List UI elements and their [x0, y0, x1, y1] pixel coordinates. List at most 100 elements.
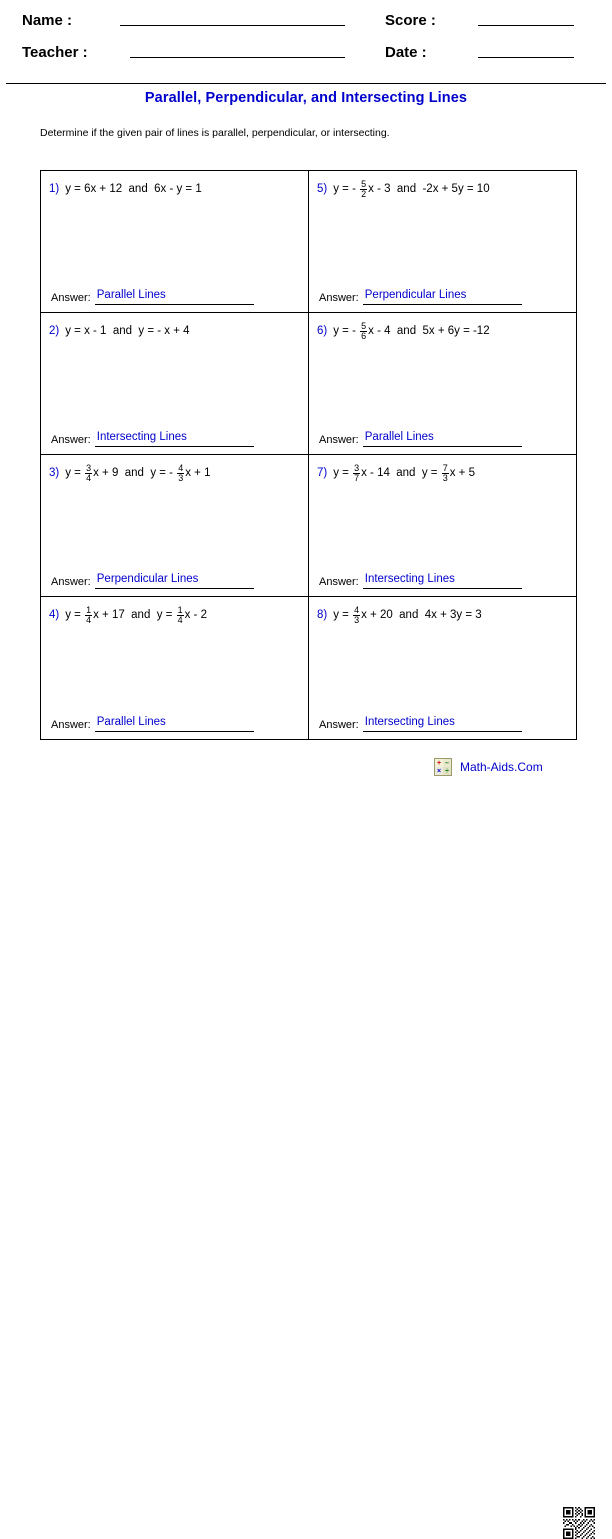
problem-cell: 6) y = - 56x - 4 and 5x + 6y = -12 Answer:…	[309, 313, 576, 455]
expression-text: x + 9 and y = -	[93, 467, 177, 480]
expression-text: x + 17 and y =	[93, 609, 176, 622]
answer-field[interactable]: Parallel Lines	[94, 289, 254, 305]
fraction-denominator: 3	[177, 473, 185, 483]
problem-cell: 5) y = - 52x - 3 and -2x + 5y = 10 Answer:…	[309, 171, 576, 313]
problem-expression: y = 14x + 17 and y = 14x - 2	[65, 604, 207, 626]
expression-text: x - 4 and 5x + 6y = -12	[368, 325, 490, 338]
problem-number: 3)	[49, 467, 60, 480]
problem-statement: 5) y = - 52x - 3 and -2x + 5y = 10	[317, 179, 570, 201]
answer-field[interactable]: Intersecting Lines	[362, 716, 522, 732]
fraction: 52	[360, 179, 368, 200]
expression-text: y =	[333, 467, 353, 480]
date-field[interactable]	[478, 56, 574, 58]
expression-text: x - 14 and y =	[361, 467, 441, 480]
brand-label: Math-Aids.Com	[460, 760, 543, 774]
page-title: Parallel, Perpendicular, and Intersectin…	[144, 90, 468, 106]
answer-field[interactable]: Intersecting Lines	[362, 573, 522, 589]
score-field[interactable]	[478, 24, 574, 26]
date-label: Date :	[385, 44, 427, 61]
problem-expression: y = 43x + 20 and 4x + 3y = 3	[333, 604, 482, 626]
problem-statement: 2) y = x - 1 and y = - x + 4	[49, 321, 302, 343]
answer-label: Answer:	[51, 291, 91, 304]
expression-text: x - 2	[184, 609, 207, 622]
fraction-denominator: 7	[353, 473, 361, 483]
fraction: 43	[353, 604, 361, 626]
fraction-denominator: 4	[85, 615, 93, 625]
expression-text: y =	[65, 609, 85, 622]
answer-label: Answer:	[319, 433, 359, 446]
expression-text: y =	[333, 609, 353, 622]
fraction: 37	[353, 463, 361, 484]
fraction-numerator: 5	[361, 320, 367, 331]
plus-icon: +	[435, 759, 443, 767]
answer-row: Answer: Parallel Lines	[319, 431, 522, 447]
fraction: 43	[177, 462, 185, 484]
problem-cell: 8) y = 43x + 20 and 4x + 3y = 3 Answer: Int…	[309, 597, 576, 739]
expression-text: y = x - 1 and y = - x + 4	[65, 325, 190, 338]
problem-number: 8)	[317, 609, 328, 622]
brand[interactable]: + – × ÷ Math-Aids.Com	[434, 758, 543, 776]
answer-row: Answer: Parallel Lines	[51, 289, 254, 305]
math-aids-logo-icon: + – × ÷	[434, 758, 452, 776]
teacher-field[interactable]	[130, 56, 345, 58]
score-label: Score :	[385, 12, 436, 29]
problem-number: 1)	[49, 183, 60, 196]
instructions-text: Determine if the given pair of lines is …	[40, 127, 390, 139]
fraction-numerator: 4	[354, 604, 360, 615]
fraction: 14	[85, 605, 93, 626]
problem-cell: 7) y = 37x - 14 and y = 73x + 5 Answer: Int…	[309, 455, 576, 597]
answer-row: Answer: Perpendicular Lines	[319, 289, 522, 305]
fraction: 34	[85, 462, 93, 484]
fraction: 56	[360, 320, 368, 342]
answer-field[interactable]: Perpendicular Lines	[94, 573, 254, 589]
problem-number: 4)	[49, 609, 60, 622]
expression-text: x + 20 and 4x + 3y = 3	[361, 609, 482, 622]
problem-number: 5)	[317, 183, 328, 196]
fraction-numerator: 1	[177, 604, 183, 615]
problem-number: 2)	[49, 325, 60, 338]
answer-field[interactable]: Intersecting Lines	[94, 431, 254, 447]
expression-text: x + 1	[185, 467, 211, 480]
expression-text: y =	[65, 467, 85, 480]
fraction-denominator: 4	[176, 615, 184, 625]
problem-expression: y = 37x - 14 and y = 73x + 5	[333, 462, 475, 484]
problem-cell: 2) y = x - 1 and y = - x + 4 Answer: Inters…	[41, 313, 309, 455]
answer-label: Answer:	[319, 575, 359, 588]
name-field[interactable]	[120, 24, 345, 26]
worksheet-footer: + – × ÷ Math-Aids.Com	[0, 752, 612, 1539]
problem-statement: 4) y = 14x + 17 and y = 14x - 2	[49, 605, 302, 627]
fraction-denominator: 4	[85, 473, 93, 483]
problem-expression: y = 34x + 9 and y = - 43x + 1	[65, 462, 211, 484]
problem-statement: 1) y = 6x + 12 and 6x - y = 1	[49, 179, 302, 201]
fraction-denominator: 6	[360, 331, 368, 341]
fraction-denominator: 2	[360, 189, 368, 199]
multiply-icon: ×	[435, 767, 443, 775]
answer-field[interactable]: Parallel Lines	[362, 431, 522, 447]
problem-cell: 3) y = 34x + 9 and y = - 43x + 1 Answer: Pe…	[41, 455, 309, 597]
fraction-numerator: 4	[178, 462, 184, 473]
problem-expression: y = - 52x - 3 and -2x + 5y = 10	[333, 179, 489, 200]
name-label: Name :	[22, 12, 73, 29]
expression-text: y = -	[333, 183, 360, 196]
problem-expression: y = 6x + 12 and 6x - y = 1	[65, 184, 201, 196]
header-divider	[6, 83, 606, 84]
answer-label: Answer:	[51, 718, 91, 731]
answer-field[interactable]: Perpendicular Lines	[362, 289, 522, 305]
expression-text: y = -	[333, 325, 360, 338]
problem-expression: y = x - 1 and y = - x + 4	[65, 326, 189, 338]
problem-cell: 1) y = 6x + 12 and 6x - y = 1 Answer: Paral…	[41, 171, 309, 313]
fraction-numerator: 3	[86, 462, 92, 473]
answer-row: Answer: Intersecting Lines	[51, 431, 254, 447]
problem-statement: 8) y = 43x + 20 and 4x + 3y = 3	[317, 605, 570, 627]
teacher-label: Teacher :	[22, 44, 88, 61]
problem-expression: y = - 56x - 4 and 5x + 6y = -12	[333, 320, 490, 342]
fraction: 73	[441, 462, 449, 484]
problem-number: 7)	[317, 467, 328, 480]
fraction-numerator: 7	[442, 462, 448, 473]
problem-statement: 7) y = 37x - 14 and y = 73x + 5	[317, 463, 570, 485]
answer-label: Answer:	[51, 433, 91, 446]
expression-text: y = 6x + 12 and 6x - y = 1	[65, 183, 202, 196]
problem-statement: 6) y = - 56x - 4 and 5x + 6y = -12	[317, 321, 570, 343]
answer-field[interactable]: Parallel Lines	[94, 716, 254, 732]
worksheet-header: Name : Teacher : Score : Date :	[0, 0, 612, 84]
